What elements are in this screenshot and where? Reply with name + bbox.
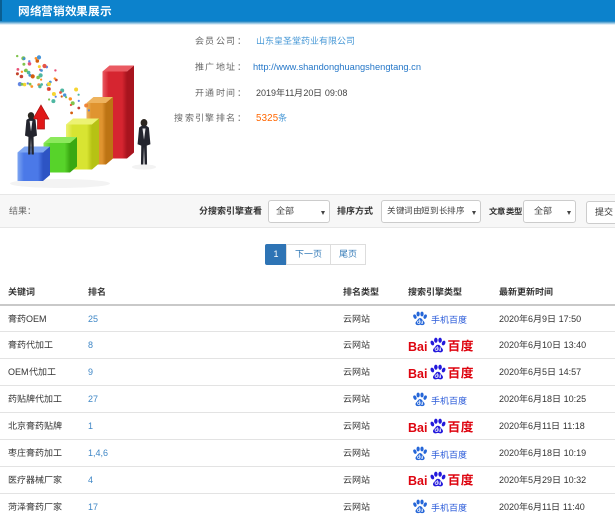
svg-text:Bai: Bai xyxy=(408,474,427,488)
svg-text:Bai: Bai xyxy=(408,367,427,381)
svg-text:Bai: Bai xyxy=(408,421,427,435)
svg-text:Bai: Bai xyxy=(408,340,427,354)
